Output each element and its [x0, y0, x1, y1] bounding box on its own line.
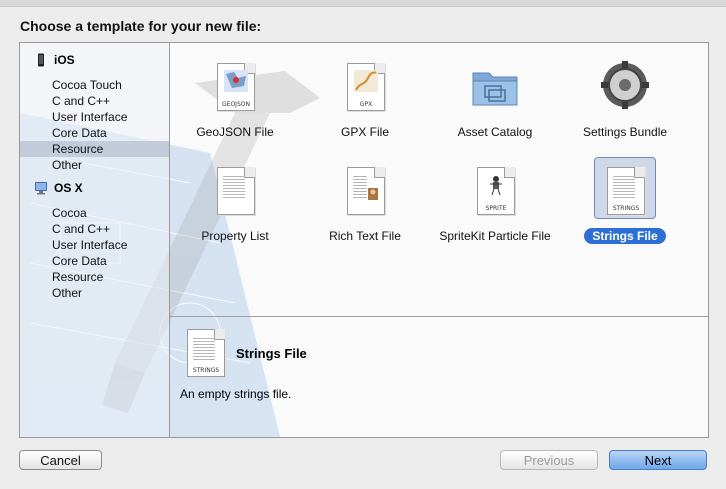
sidebar-section-osx: OS X [34, 179, 83, 197]
template-label: Asset Catalog [457, 125, 533, 139]
detail-title: Strings File [236, 346, 307, 361]
template-rich-text-file[interactable]: Rich Text File [300, 161, 430, 261]
template-label: GPX File [340, 125, 389, 139]
template-settings-bundle[interactable]: Settings Bundle [560, 57, 690, 157]
sidebar-item-osx-cocoa[interactable]: Cocoa [20, 205, 169, 221]
sidebar-item-ios-user-interface[interactable]: User Interface [20, 109, 169, 125]
template-label: Settings Bundle [582, 125, 668, 139]
sidebar-section-label: iOS [54, 53, 75, 67]
previous-button[interactable]: Previous [500, 450, 598, 470]
cancel-button[interactable]: Cancel [19, 450, 102, 470]
file-type-tag: STRINGS [192, 367, 220, 374]
gpx-file-icon: GPX [339, 57, 391, 117]
sprite-file-icon: SPRITE [469, 161, 521, 221]
sidebar-item-ios-c-and-cpp[interactable]: C and C++ [20, 93, 169, 109]
rich-text-file-icon [339, 161, 391, 221]
template-label: GeoJSON File [196, 125, 274, 139]
window-top-strip [0, 0, 726, 7]
template-property-list[interactable]: Property List [170, 161, 300, 261]
gear-icon [599, 57, 651, 117]
file-type-tag: GEOJSON [222, 101, 250, 108]
template-label: Strings File [560, 228, 690, 244]
sidebar-item-ios-other[interactable]: Other [20, 157, 169, 173]
folder-icon [469, 57, 521, 117]
property-list-icon [209, 161, 261, 221]
strings-file-icon: STRINGS [599, 161, 651, 221]
template-label: Rich Text File [329, 229, 401, 243]
geojson-file-icon: GEOJSON [209, 57, 261, 117]
sidebar-item-osx-c-and-cpp[interactable]: C and C++ [20, 221, 169, 237]
template-grid: GEOJSON GeoJSON File GPX GPX File Asset … [170, 43, 708, 317]
sidebar-section-label: OS X [54, 181, 83, 195]
detail-description: An empty strings file. [180, 387, 292, 401]
mac-icon [34, 181, 48, 195]
template-gpx-file[interactable]: GPX GPX File [300, 57, 430, 157]
template-geojson-file[interactable]: GEOJSON GeoJSON File [170, 57, 300, 157]
sidebar-item-osx-core-data[interactable]: Core Data [20, 253, 169, 269]
next-button[interactable]: Next [609, 450, 707, 470]
file-type-tag: SPRITE [485, 205, 507, 212]
strings-file-icon: STRINGS [187, 329, 225, 377]
file-type-tag: GPX [359, 101, 373, 108]
template-chooser-frame: iOS Cocoa Touch C and C++ User Interface… [19, 42, 709, 438]
sidebar-item-osx-other[interactable]: Other [20, 285, 169, 301]
sidebar-item-ios-cocoa-touch[interactable]: Cocoa Touch [20, 77, 169, 93]
iphone-icon [34, 53, 48, 67]
template-label: SpriteKit Particle File [439, 229, 551, 243]
template-content-pane: GEOJSON GeoJSON File GPX GPX File Asset … [170, 43, 708, 437]
dialog-title: Choose a template for your new file: [20, 18, 262, 34]
sidebar-section-ios: iOS [34, 51, 75, 69]
sidebar-item-osx-resource[interactable]: Resource [20, 269, 169, 285]
template-strings-file[interactable]: STRINGS Strings File [560, 157, 690, 261]
sidebar-item-osx-user-interface[interactable]: User Interface [20, 237, 169, 253]
file-type-tag: STRINGS [612, 205, 640, 212]
sidebar-item-ios-resource[interactable]: Resource [20, 141, 169, 157]
sidebar-item-ios-core-data[interactable]: Core Data [20, 125, 169, 141]
template-spritekit-particle-file[interactable]: SPRITE SpriteKit Particle File [430, 161, 560, 261]
template-detail-panel: STRINGS Strings File An empty strings fi… [170, 317, 708, 437]
template-asset-catalog[interactable]: Asset Catalog [430, 57, 560, 157]
template-category-sidebar: iOS Cocoa Touch C and C++ User Interface… [20, 43, 170, 437]
template-label: Property List [201, 229, 269, 243]
